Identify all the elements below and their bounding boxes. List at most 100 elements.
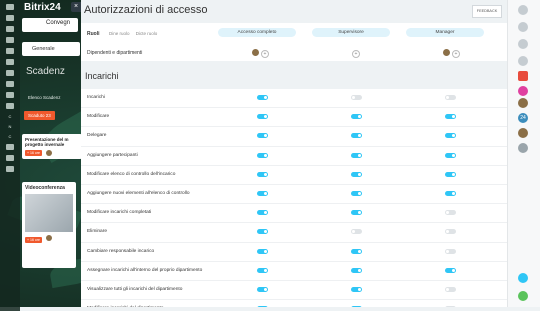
role-tab[interactable]: Dicte ruolo (136, 31, 158, 36)
permission-toggle[interactable] (351, 267, 362, 273)
deadline-title: Scadenz (26, 66, 65, 77)
task-card[interactable]: Videoconferenza + 16 ore (22, 182, 76, 268)
permission-toggle[interactable] (351, 171, 362, 177)
permission-toggle[interactable] (351, 133, 362, 139)
permission-toggle[interactable] (257, 152, 268, 158)
permission-toggle[interactable] (351, 95, 362, 100)
permission-toggle[interactable] (257, 286, 268, 292)
permission-toggle[interactable] (257, 114, 268, 120)
role-tabs: Dine ruolo Dicte ruolo (109, 31, 162, 36)
avatar[interactable] (518, 143, 528, 153)
more-icon[interactable] (6, 166, 14, 172)
avatar[interactable] (252, 49, 259, 56)
table-row: Incarichi (81, 89, 508, 109)
permission-label: Modificare (87, 114, 110, 120)
nav-letter[interactable]: C (9, 134, 12, 139)
page-title: Autorizzazioni di accesso (84, 4, 208, 16)
close-icon[interactable]: × (71, 2, 81, 12)
avatar (46, 235, 53, 241)
permission-toggle[interactable] (351, 248, 362, 254)
menu-icon[interactable] (6, 4, 14, 10)
generale-tab[interactable]: Generale (22, 42, 80, 56)
permission-label: Cambiare responsabile incarico (87, 248, 155, 254)
table-row: Aggiungere partecipanti (81, 146, 508, 166)
permission-toggle[interactable] (445, 190, 456, 196)
permission-toggle[interactable] (445, 152, 456, 158)
permission-toggle[interactable] (351, 229, 362, 235)
settings-icon[interactable] (6, 144, 14, 150)
permission-toggle[interactable] (257, 171, 268, 177)
phone-icon[interactable] (518, 291, 528, 301)
sites-icon[interactable] (6, 103, 14, 109)
view-tabs[interactable]: Elenco Scadenz (28, 95, 61, 100)
permission-toggle[interactable] (445, 210, 456, 216)
permission-toggle[interactable] (257, 210, 268, 216)
help-icon[interactable] (518, 273, 528, 283)
table-row: Modificare (81, 108, 508, 128)
table-row: Assegnare incarichi all'interno del prop… (81, 261, 508, 281)
permission-toggle[interactable] (257, 229, 268, 235)
add-icon[interactable]: + (261, 50, 269, 58)
permission-toggle[interactable] (351, 114, 362, 120)
permission-toggle[interactable] (351, 286, 362, 292)
permission-toggle[interactable] (257, 95, 268, 100)
table-row: Modificare incarichi del dipartimento (81, 300, 508, 307)
calendar-icon[interactable] (6, 26, 14, 32)
settings-icon[interactable] (518, 5, 528, 15)
video-icon[interactable] (518, 71, 528, 81)
permission-label: Modificare elenco di controllo dell'inca… (87, 171, 176, 177)
permission-toggle[interactable] (445, 229, 456, 235)
permission-toggle[interactable] (351, 210, 362, 216)
nav-letter[interactable]: N (9, 124, 12, 129)
table-row: Modificare incarichi completati (81, 204, 508, 224)
permission-toggle[interactable] (445, 95, 456, 100)
add-icon[interactable]: + (452, 50, 460, 58)
permission-toggle[interactable] (445, 171, 456, 177)
task-image (25, 194, 73, 232)
avatar (46, 149, 53, 156)
deadline-tag: + 16 ore (25, 150, 42, 156)
permission-toggle[interactable] (351, 190, 362, 196)
group-icon[interactable] (6, 70, 14, 76)
feedback-button[interactable]: FEEDBACK (472, 5, 502, 18)
permission-label: Assegnare incarichi all'interno del prop… (87, 267, 203, 273)
permission-toggle[interactable] (445, 267, 456, 273)
permission-toggle[interactable] (445, 114, 456, 120)
nav-letter[interactable]: C (9, 114, 12, 119)
permission-toggle[interactable] (351, 152, 362, 158)
counter-icon[interactable]: 24 (518, 113, 528, 123)
permission-toggle[interactable] (445, 133, 456, 139)
task-card[interactable]: Presentazione del m progetto invernale +… (22, 134, 82, 159)
permission-label: Aggiungere partecipanti (87, 152, 138, 158)
chat-icon[interactable] (6, 15, 14, 21)
permission-toggle[interactable] (257, 267, 268, 273)
permission-toggle[interactable] (257, 248, 268, 254)
table-row: Cambiare responsabile incarico (81, 242, 508, 262)
apps-icon[interactable] (6, 155, 14, 161)
role-tab[interactable]: Dine ruolo (109, 31, 130, 36)
avatar[interactable] (443, 49, 450, 56)
table-row: Visualizzare tutti gli incarichi del dip… (81, 280, 508, 301)
drive-icon[interactable] (6, 48, 14, 54)
role-column-full-access[interactable]: Accesso completo (218, 28, 296, 37)
feed-icon[interactable] (6, 81, 14, 87)
avatar[interactable] (518, 98, 528, 108)
notification-icon[interactable] (518, 22, 528, 32)
role-column-manager[interactable]: Manager (406, 28, 484, 37)
access-permissions-panel: Autorizzazioni di accesso FEEDBACK Ruoli… (81, 0, 508, 307)
clock-icon[interactable] (518, 56, 528, 66)
permission-toggle[interactable] (445, 248, 456, 254)
tasks-icon[interactable] (6, 37, 14, 43)
permission-label: Visualizzare tutti gli incarichi del dip… (87, 286, 183, 292)
mail-icon[interactable] (6, 59, 14, 65)
overdue-badge[interactable]: Scaduto 23 (24, 111, 55, 120)
permission-toggle[interactable] (257, 133, 268, 139)
avatar[interactable] (518, 128, 528, 138)
crm-icon[interactable] (6, 92, 14, 98)
user-icon[interactable] (518, 86, 528, 96)
role-column-supervisor[interactable]: Supervisore (312, 28, 390, 37)
add-icon[interactable]: + (352, 50, 360, 58)
permission-toggle[interactable] (257, 190, 268, 196)
search-icon[interactable] (518, 39, 528, 49)
permission-toggle[interactable] (445, 286, 456, 292)
